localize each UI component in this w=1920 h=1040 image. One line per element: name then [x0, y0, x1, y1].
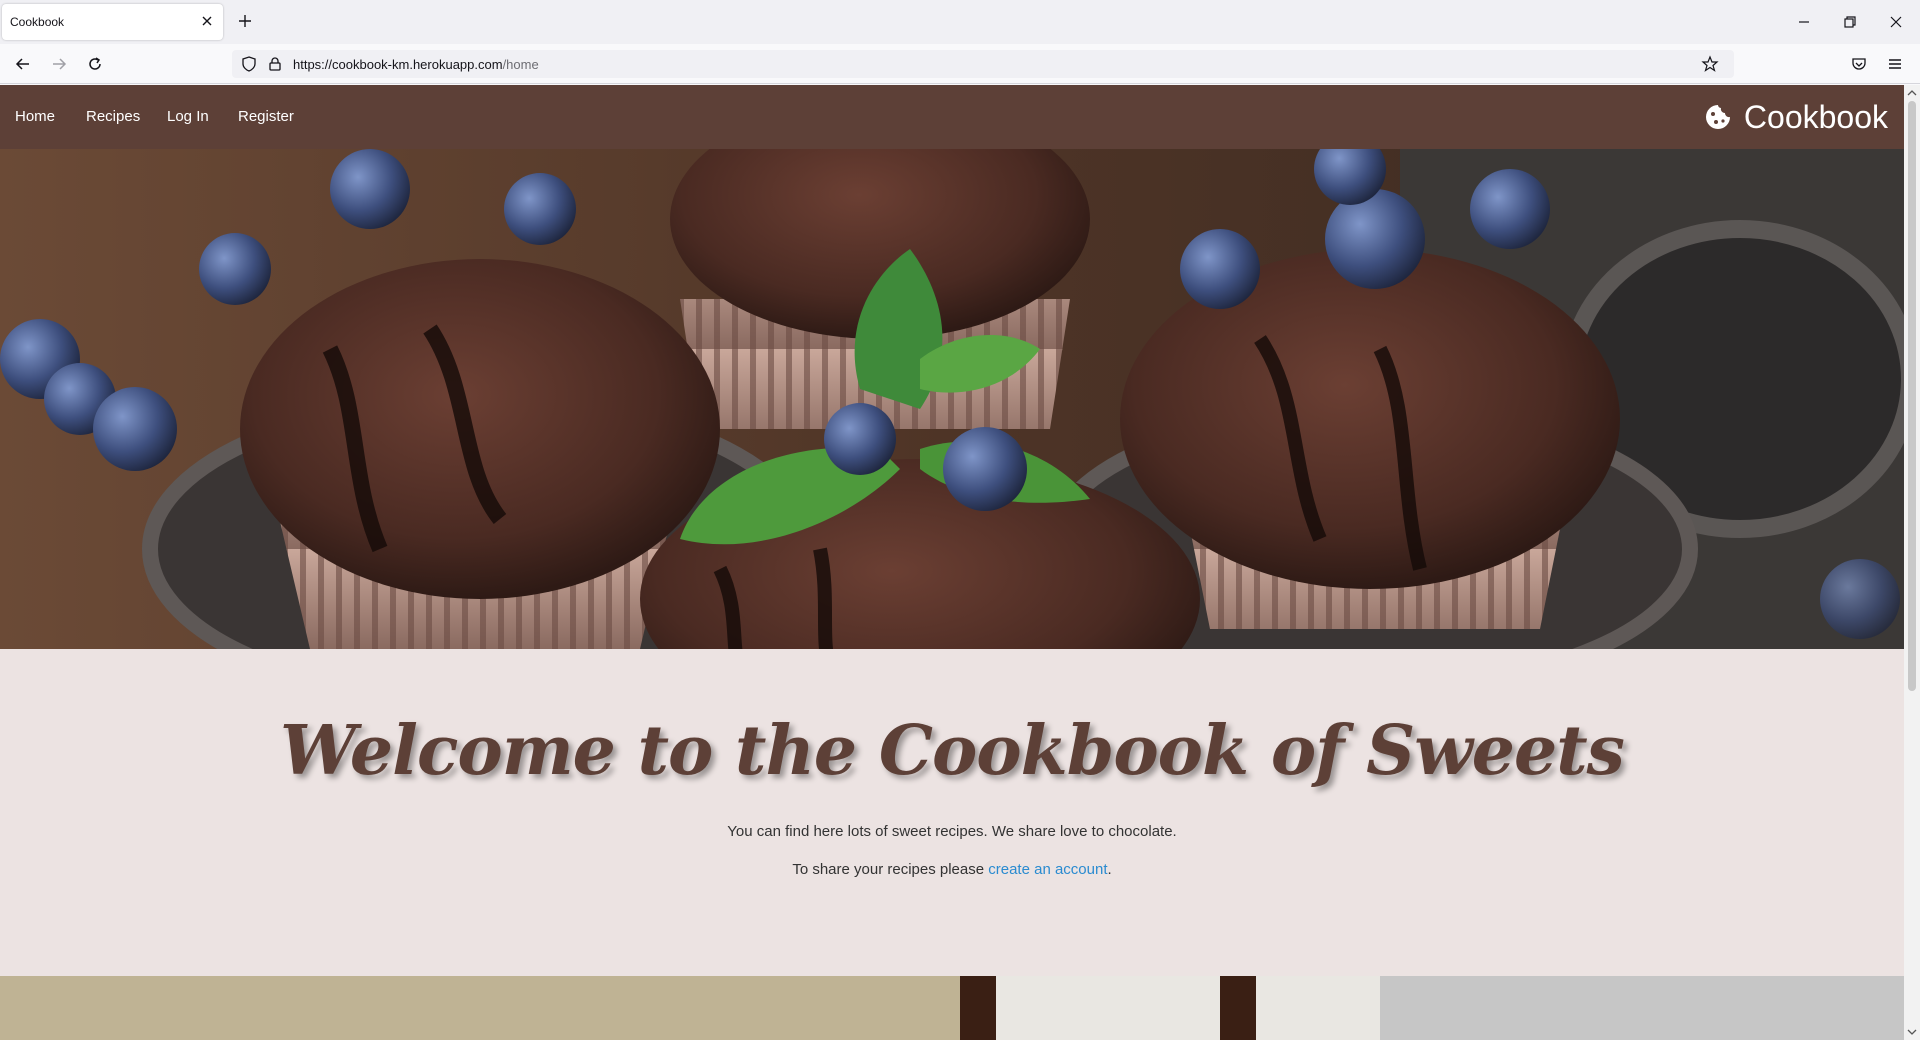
- star-icon[interactable]: [1701, 55, 1719, 73]
- shield-icon[interactable]: [240, 55, 258, 73]
- scroll-down-arrow-icon[interactable]: [1907, 1027, 1917, 1037]
- create-account-link[interactable]: create an account: [988, 861, 1107, 878]
- welcome-text: You can find here lots of sweet recipes.…: [727, 823, 1177, 840]
- page-viewport: Home Recipes Log In Register Cookbook We…: [0, 85, 1904, 1040]
- minimize-icon[interactable]: [1794, 12, 1814, 32]
- url-text[interactable]: https://cookbook-km.herokuapp.com/home: [293, 57, 539, 72]
- register-prompt-prefix: To share your recipes please: [792, 861, 989, 878]
- url-host: https://cookbook-km.herokuapp.com: [293, 57, 503, 72]
- restore-icon[interactable]: [1840, 12, 1860, 32]
- back-icon[interactable]: [14, 55, 32, 73]
- browser-toolbar: https://cookbook-km.herokuapp.com/home: [0, 44, 1920, 84]
- hero-muffins-image: [0, 149, 1904, 649]
- nav-link-home[interactable]: Home: [15, 108, 55, 125]
- scrollbar-thumb[interactable]: [1908, 101, 1916, 691]
- site-navbar: Home Recipes Log In Register Cookbook: [0, 85, 1904, 149]
- close-icon[interactable]: [199, 13, 215, 29]
- welcome-section: Welcome to the Cookbook of Sweets You ca…: [0, 649, 1904, 976]
- nav-link-register[interactable]: Register: [238, 108, 294, 125]
- cookie-icon: [1705, 105, 1730, 129]
- pocket-icon[interactable]: [1850, 55, 1868, 73]
- nav-link-recipes[interactable]: Recipes: [86, 108, 140, 125]
- bottom-dessert-image: [0, 976, 1904, 1040]
- scroll-up-arrow-icon[interactable]: [1907, 88, 1917, 98]
- lock-icon[interactable]: [266, 55, 284, 73]
- nav-link-login[interactable]: Log In: [167, 108, 209, 125]
- url-path: /home: [502, 57, 539, 72]
- forward-icon[interactable]: [50, 55, 68, 73]
- brand-name: Cookbook: [1743, 98, 1888, 135]
- browser-tab[interactable]: Cookbook: [2, 4, 223, 40]
- welcome-heading: Welcome to the Cookbook of Sweets: [280, 711, 1625, 791]
- site-brand[interactable]: Cookbook: [1704, 97, 1888, 137]
- page-scrollbar[interactable]: [1904, 85, 1920, 1040]
- browser-tab-bar: Cookbook: [0, 0, 1920, 44]
- tab-title: Cookbook: [10, 15, 65, 29]
- close-window-icon[interactable]: [1886, 12, 1906, 32]
- plus-icon[interactable]: [236, 12, 254, 30]
- menu-icon[interactable]: [1886, 55, 1904, 73]
- register-prompt-suffix: .: [1107, 861, 1112, 878]
- register-prompt: To share your recipes please create an a…: [0, 861, 1904, 878]
- url-bar[interactable]: https://cookbook-km.herokuapp.com/home: [232, 50, 1734, 78]
- reload-icon[interactable]: [86, 55, 104, 73]
